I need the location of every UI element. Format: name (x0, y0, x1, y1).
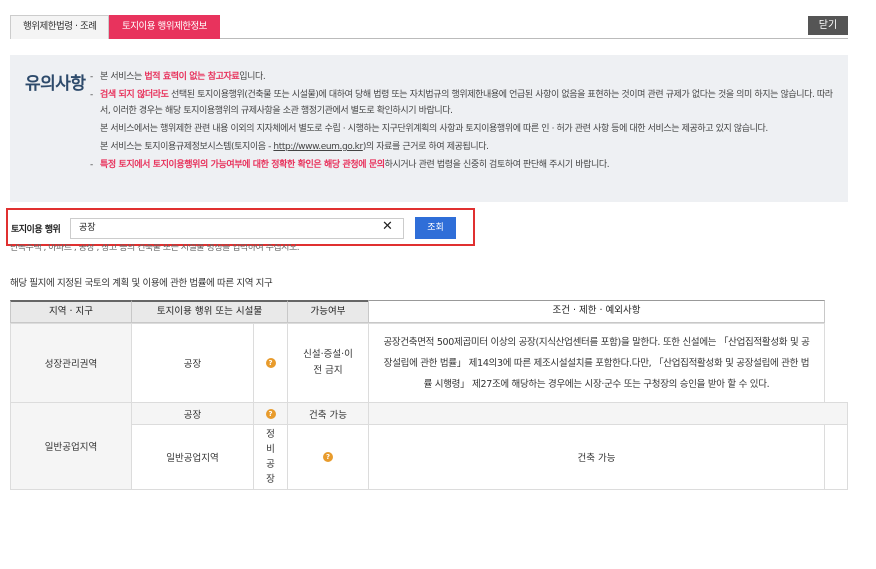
notice-box: 유의사항 - 본 서비스는 법적 효력이 없는 참고자료입니다. - 검색 되지… (10, 55, 848, 202)
help-cell: ? (287, 424, 369, 490)
availability-cell: 건축 가능 (368, 424, 825, 490)
condition-cell (368, 402, 848, 425)
notice-item: - 검색 되지 않더라도 선택된 토지이용행위(건축물 또는 시설물)에 대하여… (90, 87, 835, 119)
restriction-table: 지역 · 지구 토지이용 행위 또는 시설물 가능여부 조건 · 제한 · 예외… (10, 300, 848, 490)
clear-icon[interactable]: ✕ (382, 219, 393, 234)
notice-title: 유의사항 (25, 74, 86, 94)
notice-text: 선택된 토지이용행위(건축물 또는 시설물)에 대하여 당해 법령 또는 자치법… (100, 90, 833, 116)
search-input[interactable]: 공장 (70, 218, 404, 239)
notice-text: 하시거나 관련 법령을 신중히 검토하여 판단해 주시기 바랍니다. (384, 160, 610, 170)
empty-cell (824, 424, 848, 490)
bullet: - (90, 160, 93, 170)
availability-cell: 건축 가능 (287, 402, 369, 425)
zone-cell: 일반공업지역 (10, 402, 132, 490)
notice-item: 본 서비스는 토지이용규제정보시스템(토지이음 - http://www.eum… (90, 139, 835, 155)
zone-cell: 성장관리권역 (10, 323, 132, 403)
facility-cell: 공장 (131, 323, 254, 403)
sub-facility-cell: 정비공장 (253, 424, 288, 490)
facility-cell: 일반공업지역 (131, 424, 254, 490)
search-button[interactable]: 조회 (415, 217, 456, 239)
eum-link[interactable]: http://www.eum.go.kr (273, 142, 363, 152)
notice-list: - 본 서비스는 법적 효력이 없는 참고자료입니다. - 검색 되지 않더라도… (90, 69, 835, 175)
notice-text: 본 서비스는 (100, 72, 145, 82)
tab-bar: 행위제한법령 · 조례 토지이용 행위제한정보 (10, 15, 848, 39)
header-zone: 지역 · 지구 (10, 300, 132, 323)
notice-item: - 특정 토지에서 토지이용행위의 가능여부에 대한 정확한 확인은 해당 관청… (90, 157, 835, 173)
notice-emphasis: 검색 되지 않더라도 (100, 90, 169, 100)
close-button[interactable]: 닫기 (808, 16, 848, 35)
notice-item: 본 서비스에서는 행위제한 관련 내용 이외의 지자체에서 별도로 수립 · 시… (90, 121, 835, 137)
notice-text: 본 서비스에서는 행위제한 관련 내용 이외의 지자체에서 별도로 수립 · 시… (100, 124, 768, 134)
question-icon[interactable]: ? (265, 358, 276, 368)
notice-text: 입니다. (239, 72, 266, 82)
notice-text: )의 자료를 근거로 하여 제공됩니다. (362, 142, 489, 152)
tab-land-use-restriction-info[interactable]: 토지이용 행위제한정보 (109, 15, 220, 39)
search-label: 토지이용 행위 (11, 225, 61, 235)
help-cell: ? (253, 323, 288, 403)
header-availability: 가능여부 (287, 300, 369, 323)
facility-cell: 공장 (131, 402, 254, 425)
notice-emphasis: 특정 토지에서 토지이용행위의 가능여부에 대한 정확한 확인은 해당 관청에 … (100, 160, 385, 170)
question-icon[interactable]: ? (323, 452, 333, 462)
bullet: - (90, 90, 93, 100)
notice-item: - 본 서비스는 법적 효력이 없는 참고자료입니다. (90, 69, 835, 85)
availability-cell: 신설·증설·이전 금지 (287, 323, 369, 403)
help-cell: ? (253, 402, 288, 425)
search-panel: 토지이용 행위 공장 ✕ 조회 (6, 208, 475, 246)
header-conditions: 조건 · 제한 · 예외사항 (368, 300, 825, 323)
tab-restriction-laws[interactable]: 행위제한법령 · 조례 (10, 15, 110, 39)
bullet: - (90, 72, 93, 82)
header-facility: 토지이용 행위 또는 시설물 (131, 300, 288, 323)
section-description: 해당 필지에 지정된 국토의 계획 및 이용에 관한 법률에 따른 지역 지구 (10, 278, 273, 289)
condition-cell: 공장건축면적 500제곱미터 이상의 공장(지식산업센터를 포함)을 말한다. … (368, 323, 825, 403)
notice-emphasis: 법적 효력이 없는 참고자료 (144, 72, 240, 82)
table-header: 지역 · 지구 토지이용 행위 또는 시설물 가능여부 조건 · 제한 · 예외… (10, 300, 848, 323)
notice-text: 본 서비스는 토지이용규제정보시스템(토지이음 - (100, 142, 274, 152)
vertical-label: 정비공장 (266, 429, 275, 485)
question-icon[interactable]: ? (265, 408, 276, 419)
search-hint: 단독주택 , 아파트 , 공장 , 창고 등의 건축물 또는 시설물 명칭을 입… (10, 244, 300, 252)
